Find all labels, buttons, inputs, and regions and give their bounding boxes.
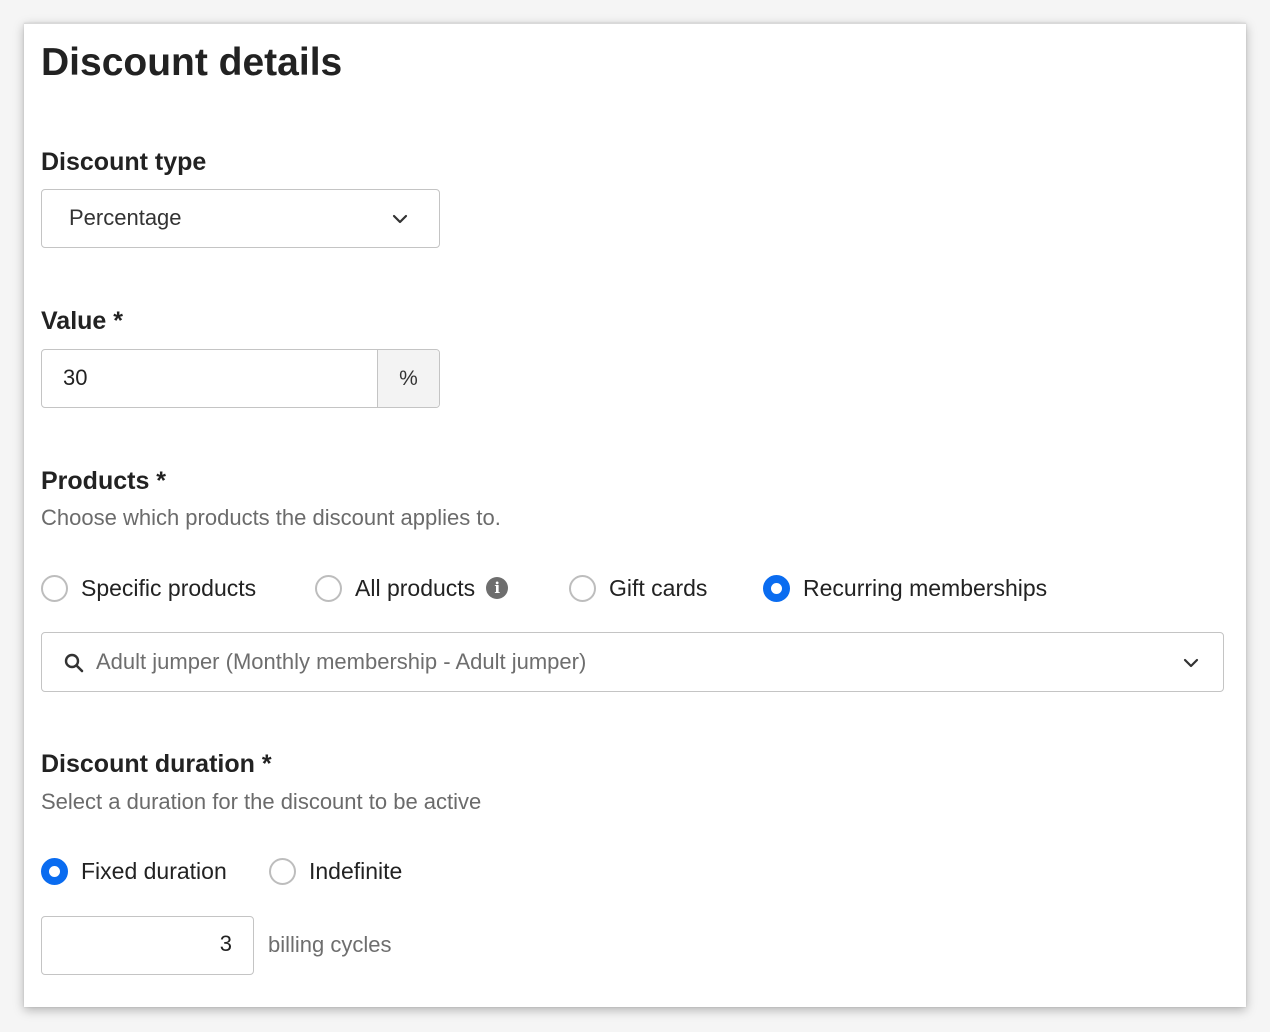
- discount-type-label: Discount type: [41, 148, 207, 176]
- info-icon[interactable]: i: [486, 577, 509, 599]
- radio-indefinite-label: Indefinite: [309, 858, 403, 884]
- radio-all-products-circle[interactable]: [315, 574, 342, 602]
- radio-specific-products[interactable]: Specific products: [41, 574, 256, 602]
- radio-gift-cards-label: Gift cards: [609, 575, 708, 601]
- radio-specific-products-circle[interactable]: [41, 574, 68, 602]
- radio-specific-products-label: Specific products: [81, 575, 257, 601]
- radio-fixed-duration-label: Fixed duration: [81, 858, 227, 884]
- value-input-group: 30 %: [41, 349, 440, 408]
- product-search-value: Adult jumper (Monthly membership - Adult…: [96, 649, 587, 674]
- billing-cycles-value: 3: [219, 931, 232, 956]
- search-icon: [64, 653, 84, 673]
- discount-duration-help-text: Select a duration for the discount to be…: [41, 789, 482, 814]
- radio-recurring-memberships-circle[interactable]: [763, 574, 790, 602]
- discount-duration-label: Discount duration *: [41, 750, 272, 778]
- radio-indefinite-circle[interactable]: [269, 857, 296, 885]
- radio-recurring-memberships-label: Recurring memberships: [803, 575, 1048, 601]
- percent-addon: %: [377, 350, 439, 407]
- discount-details-card: Discount details Discount type Percentag…: [24, 23, 1246, 1007]
- product-search-select[interactable]: Adult jumper (Monthly membership - Adult…: [41, 632, 1224, 692]
- billing-cycles-suffix: billing cycles: [268, 932, 392, 957]
- discount-type-select[interactable]: Percentage: [41, 189, 440, 248]
- value-label: Value *: [41, 307, 123, 335]
- value-input[interactable]: 30: [63, 364, 87, 392]
- chevron-down-icon: [1183, 658, 1199, 668]
- radio-fixed-duration-circle[interactable]: [41, 857, 68, 885]
- radio-gift-cards[interactable]: Gift cards: [569, 574, 707, 602]
- products-help-text: Choose which products the discount appli…: [41, 505, 501, 530]
- page-title: Discount details: [41, 41, 343, 84]
- radio-all-products-label: All products: [355, 575, 476, 601]
- chevron-down-icon: [392, 214, 408, 224]
- radio-recurring-memberships[interactable]: Recurring memberships: [763, 574, 1047, 602]
- discount-type-selected-value: Percentage: [69, 205, 182, 230]
- products-label: Products *: [41, 467, 167, 495]
- radio-indefinite[interactable]: Indefinite: [269, 857, 402, 885]
- radio-fixed-duration[interactable]: Fixed duration: [41, 857, 227, 885]
- radio-all-products[interactable]: All products i: [315, 574, 509, 602]
- billing-cycles-input[interactable]: 3: [41, 916, 254, 975]
- radio-gift-cards-circle[interactable]: [569, 574, 596, 602]
